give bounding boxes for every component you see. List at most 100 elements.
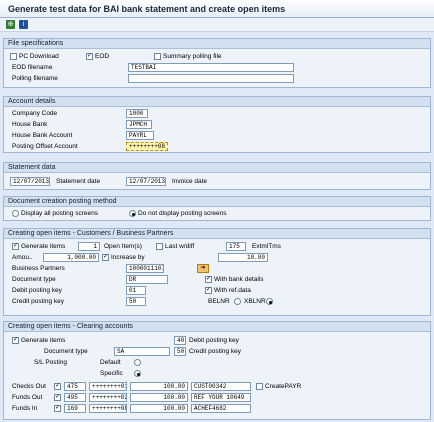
clearing-credit-key-label: Credit posting key [189,348,242,355]
xblnr-radio[interactable] [266,298,273,305]
last-wdiff-label: Last w/diff [165,243,195,250]
debit-key-input[interactable]: 01 [126,286,146,295]
account-input[interactable]: ++++++++01 [89,382,127,391]
polling-filename-input[interactable] [128,74,294,83]
xblnr-label: XBLNR [244,298,266,305]
business-partners-label: Business Partners [12,265,65,272]
summary-polling-label: Summary polling file [163,53,222,60]
clearing-credit-key-input[interactable]: 50 [174,347,186,356]
statement-date-label: Statement date [56,178,101,185]
house-bank-account-input[interactable]: PAYRL [126,131,154,140]
info-icon[interactable]: i [19,20,28,29]
document-type-label: Document type [12,276,56,283]
eod-label: EOD [95,53,110,60]
clearing-document-type-label: Document type [44,348,88,355]
increase-value-input[interactable]: 10.00 [218,253,268,262]
clearing-document-type-input[interactable]: SA [114,347,170,356]
file-specifications-group: File specifications PC Download ✓ EOD Su… [3,38,431,88]
generate-items-label: Generate items [21,243,66,250]
display-all-label: Display all posting screens [21,210,98,217]
extml-label: ExtmlTms [252,243,281,250]
window-title: Generate test data for BAI bank statemen… [0,0,434,18]
amount-input[interactable]: 100.00 [130,393,188,402]
belnr-radio[interactable] [234,298,241,305]
clearing-row-checkbox[interactable]: ✓ [54,383,61,390]
house-bank-label: House Bank [12,121,48,128]
polling-filename-label: Polling filename [12,75,58,82]
eod-filename-input[interactable]: TESTBAI [128,63,294,72]
clearing-generate-items-checkbox[interactable]: ✓ [12,337,19,344]
invoice-date-label: Invoice date [172,178,208,185]
increase-by-checkbox[interactable]: ✓ [102,254,109,261]
reference-input[interactable]: REF YOUR 10649 [191,393,251,402]
increase-by-label: Increase by [111,254,145,261]
reference-input[interactable]: ACHEF4682 [191,404,251,413]
create-payr-label: CreatePAYR [265,383,302,390]
credit-key-input[interactable]: 50 [126,297,146,306]
group-header: File specifications [4,39,430,49]
clearing-accounts-group: Creating open items - Clearing accounts … [3,321,431,420]
account-input[interactable]: ++++++++02 [89,393,127,402]
last-wdiff-checkbox[interactable] [156,243,163,250]
with-bank-details-checkbox[interactable]: ✓ [205,276,212,283]
gl-account-input[interactable]: 475 [64,382,86,391]
toolbar: ⊕ i [0,18,434,32]
generate-items-checkbox[interactable]: ✓ [12,243,19,250]
credit-key-label: Credit posting key [12,298,65,305]
business-partners-input[interactable]: 1000011107 [126,264,164,273]
document-method-group: Document creation posting method Display… [3,196,431,221]
eod-checkbox[interactable]: ✓ [86,53,93,60]
specific-label: Specific [100,370,123,377]
gl-account-input[interactable]: 169 [64,404,86,413]
with-ref-data-checkbox[interactable]: ✓ [205,287,212,294]
default-label: Default [100,359,121,366]
house-bank-input[interactable]: JPMCH [126,120,152,129]
with-bank-details-label: With bank details [214,276,264,283]
specific-radio[interactable] [134,370,141,377]
extml-input[interactable]: 175 [226,242,246,251]
customers-group: Creating open items - Customers / Busine… [3,228,431,316]
invoice-date-input[interactable]: 12/07/2013 [126,177,166,186]
statement-data-group: Statement data 12/07/2013 Statement date… [3,162,431,190]
clearing-row-label: Checks Out [12,383,46,390]
group-header: Document creation posting method [4,197,430,207]
with-ref-data-label: With ref.data [214,287,251,294]
amount-input[interactable]: 100.00 [130,404,188,413]
display-all-radio[interactable] [12,210,19,217]
house-bank-account-label: House Bank Account [12,132,73,139]
open-items-label: Open Item(s) [104,243,142,250]
clearing-row-checkbox[interactable]: ✓ [54,394,61,401]
summary-polling-checkbox[interactable] [154,53,161,60]
company-code-input[interactable]: 1000 [126,109,148,118]
posting-offset-label: Posting Offset Account [12,143,78,150]
eod-filename-label: EOD filename [12,64,53,71]
document-type-input[interactable]: DR [126,275,168,284]
default-radio[interactable] [134,359,141,366]
account-details-group: Account details Company Code 1000 House … [3,96,431,153]
do-not-display-radio[interactable] [129,210,136,217]
group-header: Creating open items - Clearing accounts [4,322,430,332]
clearing-debit-key-input[interactable]: 40 [174,336,186,345]
execute-icon[interactable]: ⊕ [6,20,15,29]
account-input[interactable]: ++++++++08 [89,404,127,413]
group-header: Creating open items - Customers / Busine… [4,229,430,239]
create-payr-checkbox[interactable] [256,383,263,390]
clearing-debit-key-label: Debit posting key [189,337,239,344]
posting-offset-input[interactable]: ++++++++08 [126,142,168,151]
multiple-selection-button[interactable]: ➔ [197,264,209,273]
group-header: Account details [4,97,430,107]
debit-key-label: Debit posting key [12,287,62,294]
sl-posting-label: S/L Posting [34,359,68,366]
do-not-display-label: Do not display posting screens [138,210,227,217]
amount-input[interactable]: 1,000.00 [43,253,99,262]
statement-date-input[interactable]: 12/07/2013 [10,177,50,186]
clearing-row-label: Funds In [12,405,38,412]
amount-input[interactable]: 100.00 [130,382,188,391]
pc-download-checkbox[interactable] [10,53,17,60]
gl-account-input[interactable]: 495 [64,393,86,402]
clearing-row-checkbox[interactable]: ✓ [54,405,61,412]
items-count-input[interactable]: 1 [78,242,100,251]
amount-label: Amou.. [12,254,33,261]
belnr-label: BELNR [208,298,230,305]
reference-input[interactable]: CUST00342 [191,382,251,391]
